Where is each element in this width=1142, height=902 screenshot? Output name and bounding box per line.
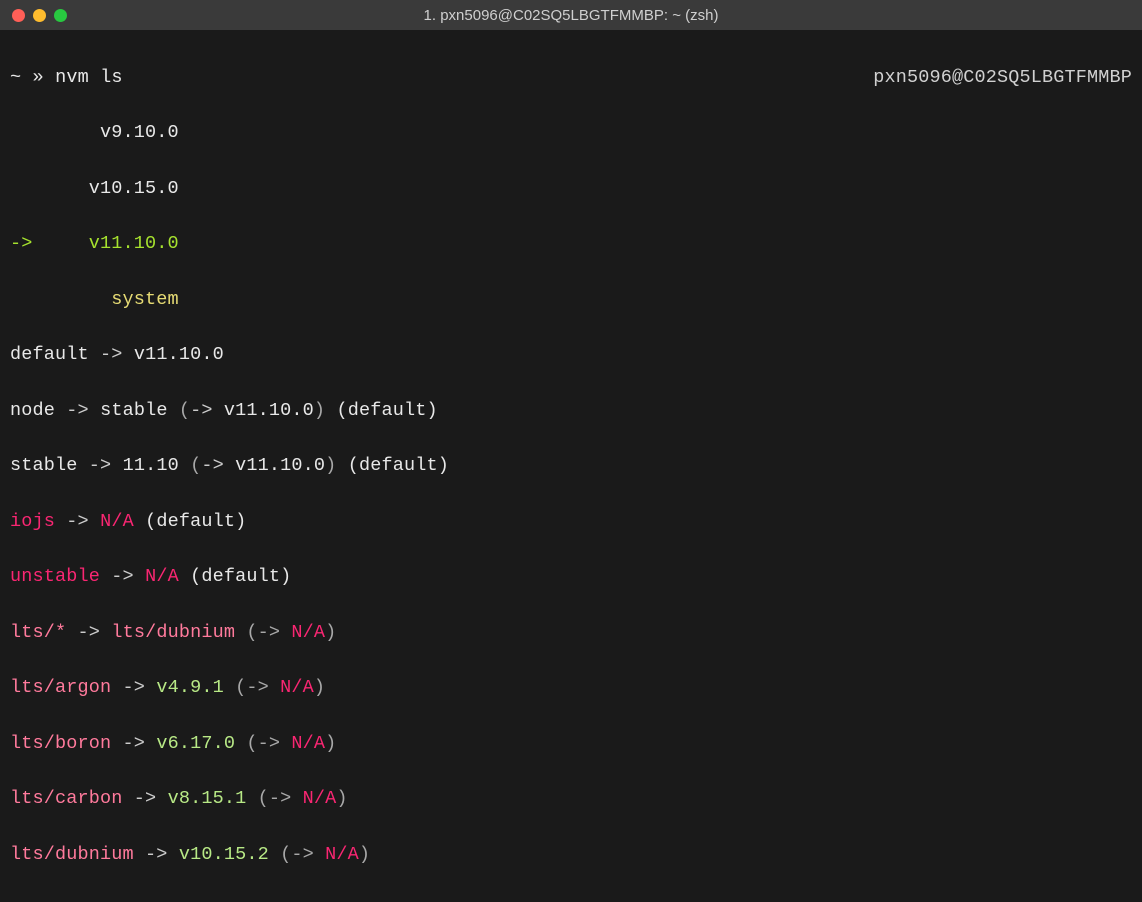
lts-mid: lts/dubnium (111, 622, 235, 643)
lts-na: N/A (291, 733, 325, 754)
alias-na: N/A (145, 566, 179, 587)
arrow-icon: -> (123, 733, 146, 754)
arrow-icon: -> (201, 455, 224, 476)
lts-version: v4.9.1 (156, 677, 224, 698)
alias-line: iojs -> N/A (default) (10, 508, 1132, 536)
lts-na: N/A (291, 622, 325, 643)
version-line: v9.10.0 (10, 119, 1132, 147)
alias-suffix: (default) (190, 566, 291, 587)
system-line: system (10, 286, 1132, 314)
traffic-lights (12, 9, 67, 22)
arrow-icon: -> (78, 622, 101, 643)
alias-name: unstable (10, 566, 100, 587)
paren-arrow: (-> (280, 844, 314, 865)
alias-target: v11.10.0 (134, 344, 224, 365)
command-text: nvm ls (55, 67, 123, 88)
alias-line: stable -> 11.10 (-> v11.10.0) (default) (10, 452, 1132, 480)
paren-close: ) (325, 733, 336, 754)
alias-name: node (10, 400, 55, 421)
alias-name: default (10, 344, 89, 365)
node-system: system (111, 289, 179, 310)
lts-line: lts/carbon -> v8.15.1 (-> N/A) (10, 785, 1132, 813)
window-titlebar: 1. pxn5096@C02SQ5LBGTFMMBP: ~ (zsh) (0, 0, 1142, 30)
paren-arrow: (-> (246, 733, 280, 754)
alias-target: v11.10.0 (235, 455, 325, 476)
arrow-icon: -> (66, 511, 89, 532)
prompt-chevron: » (33, 67, 44, 88)
arrow-icon: -> (66, 400, 89, 421)
alias-line: node -> stable (-> v11.10.0) (default) (10, 397, 1132, 425)
lts-name: lts/argon (10, 677, 111, 698)
terminal-output[interactable]: ~ » nvm ls pxn5096@C02SQ5LBGTFMMBP v9.10.… (0, 30, 1142, 902)
node-version: v9.10.0 (100, 122, 179, 143)
close-icon[interactable] (12, 9, 25, 22)
current-arrow-icon: -> (10, 233, 33, 254)
lts-name: lts/* (10, 622, 66, 643)
paren-close: ) (314, 677, 325, 698)
alias-name: iojs (10, 511, 55, 532)
lts-na: N/A (280, 677, 314, 698)
paren-close: ) (325, 622, 336, 643)
arrow-icon: -> (134, 788, 157, 809)
alias-suffix: (default) (348, 455, 449, 476)
lts-na: N/A (325, 844, 359, 865)
right-prompt: pxn5096@C02SQ5LBGTFMMBP (873, 64, 1132, 92)
lts-version: v10.15.2 (179, 844, 269, 865)
alias-mid: stable (100, 400, 168, 421)
arrow-icon: -> (89, 455, 112, 476)
alias-line: unstable -> N/A (default) (10, 563, 1132, 591)
alias-suffix: (default) (145, 511, 246, 532)
arrow-icon: -> (145, 844, 168, 865)
lts-line: lts/boron -> v6.17.0 (-> N/A) (10, 730, 1132, 758)
alias-na: N/A (100, 511, 134, 532)
arrow-icon: -> (111, 566, 134, 587)
lts-name: lts/carbon (10, 788, 123, 809)
paren-arrow: (-> (235, 677, 269, 698)
node-version: v10.15.0 (89, 178, 179, 199)
paren-close: ) (336, 788, 347, 809)
minimize-icon[interactable] (33, 9, 46, 22)
alias-target: v11.10.0 (224, 400, 314, 421)
node-version-current: v11.10.0 (89, 233, 179, 254)
lts-version: v6.17.0 (156, 733, 235, 754)
lts-na: N/A (303, 788, 337, 809)
prompt-line: ~ » nvm ls pxn5096@C02SQ5LBGTFMMBP (10, 64, 1132, 92)
lts-name: lts/boron (10, 733, 111, 754)
maximize-icon[interactable] (54, 9, 67, 22)
alias-name: stable (10, 455, 78, 476)
lts-line: lts/dubnium -> v10.15.2 (-> N/A) (10, 841, 1132, 869)
paren-close: ) (359, 844, 370, 865)
lts-line: lts/* -> lts/dubnium (-> N/A) (10, 619, 1132, 647)
prompt-tilde: ~ (10, 67, 21, 88)
lts-name: lts/dubnium (10, 844, 134, 865)
arrow-icon: -> (123, 677, 146, 698)
window-title: 1. pxn5096@C02SQ5LBGTFMMBP: ~ (zsh) (12, 7, 1130, 24)
current-version-line: -> v11.10.0 (10, 230, 1132, 258)
version-line: v10.15.0 (10, 175, 1132, 203)
paren-arrow: (-> (258, 788, 292, 809)
lts-version: v8.15.1 (168, 788, 247, 809)
alias-line: default -> v11.10.0 (10, 341, 1132, 369)
lts-line: lts/argon -> v4.9.1 (-> N/A) (10, 674, 1132, 702)
alias-mid: 11.10 (123, 455, 179, 476)
arrow-icon: -> (190, 400, 213, 421)
alias-suffix: (default) (336, 400, 437, 421)
arrow-icon: -> (100, 344, 123, 365)
paren-arrow: (-> (246, 622, 280, 643)
